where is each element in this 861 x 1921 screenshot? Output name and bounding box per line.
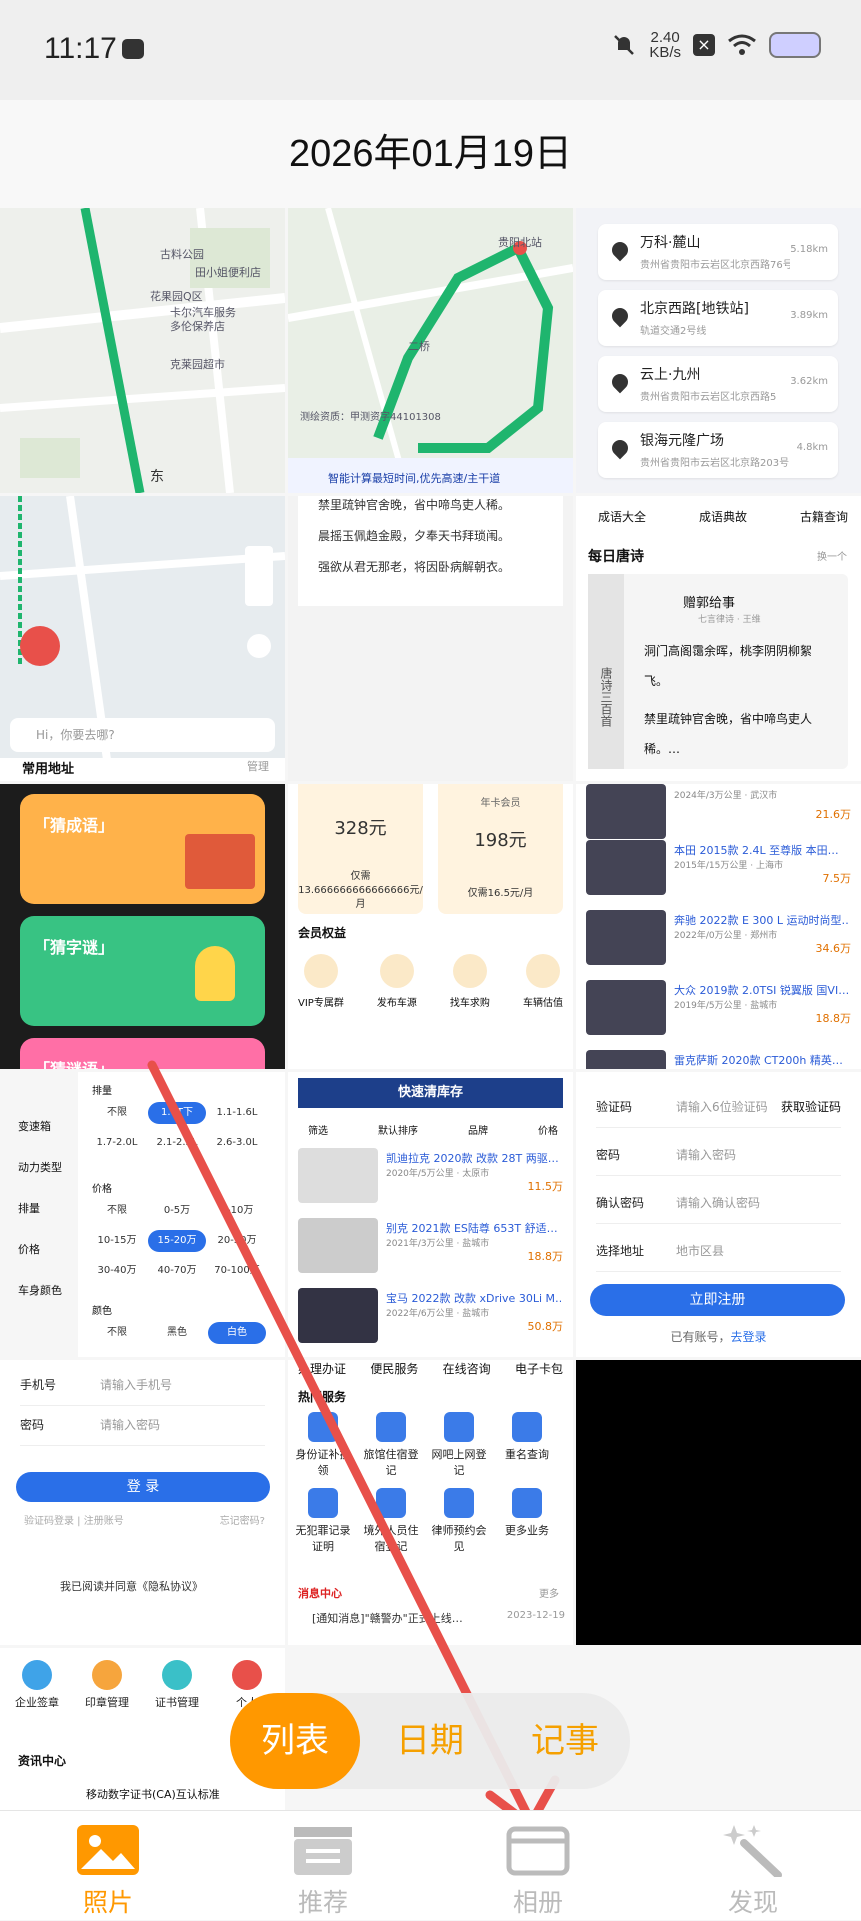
magic-wand-icon (723, 1825, 782, 1877)
tab-notes-view[interactable]: 记事 (500, 1693, 630, 1789)
tab-list-view[interactable]: 列表 (230, 1693, 360, 1789)
tab-albums[interactable]: 相册 (458, 1811, 618, 1921)
tab-date-view[interactable]: 日期 (365, 1693, 495, 1789)
photo-icon (77, 1825, 139, 1875)
bottom-tab-bar: 照片 推荐 相册 发现 (0, 1810, 861, 1920)
tab-recommend[interactable]: 推荐 (243, 1811, 403, 1921)
view-switcher: 列表 日期 记事 (230, 1693, 630, 1789)
tab-photos[interactable]: 照片 (28, 1811, 188, 1921)
tab-discover[interactable]: 发现 (673, 1811, 833, 1921)
annotation-arrow (147, 1060, 560, 1830)
clapperboard-icon (294, 1827, 352, 1875)
album-icon (506, 1826, 570, 1876)
